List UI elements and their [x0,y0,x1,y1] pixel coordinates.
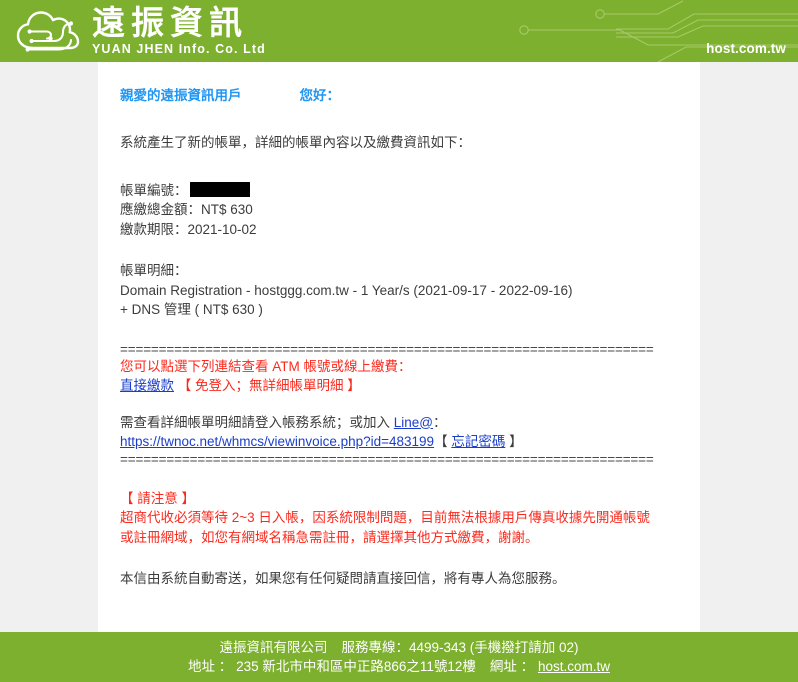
line-at-link[interactable]: Line@ [394,415,433,430]
cloud-circuit-logo-icon [16,10,80,52]
logo-english-name: YUAN JHEN Info. Co. Ltd [92,42,266,56]
greeting-name: 親愛的遠振資訊用戶 [120,88,242,103]
direct-payment-link[interactable]: 直接繳款 [120,378,174,393]
attention-line-2: 或註冊網域，如您有網域名稱急需註冊，請選擇其他方式繳費，謝謝。 [120,529,539,545]
page-footer: 遠振資訊有限公司 服務專線：4499-343 (手機撥打請加 02) 地址 ： 2… [0,632,798,682]
due-date-line: 繳款期限：2021-10-02 [120,221,257,237]
footer-company: 遠振資訊有限公司 [219,640,328,655]
footer-website-label: 網址 ： [489,659,535,674]
forgot-password-link[interactable]: 忘記密碼 [451,434,505,449]
email-sheet: 親愛的遠振資訊用戶 您好： 系統產生了新的帳單，詳細的帳單內容以及繳費資訊如下： … [98,62,700,632]
amount-line: 應繳總金額：NT$ 630 [120,202,253,217]
greeting-line: 親愛的遠振資訊用戶 您好： [120,86,700,105]
detail-line-2: + DNS 管理 ( NT$ 630 ) [120,302,263,317]
footer-hotline: 服務專線：4499-343 (手機撥打請加 02) [341,640,579,655]
login-notice-post: ： [433,414,447,430]
login-notice-pre: 需查看詳細帳單明細請登入帳務系統；或加入 [120,414,394,430]
header-site-label: host.com.tw [706,41,786,56]
atm-notice: 您可以點選下列連結查看 ATM 帳號或線上繳費： [120,358,412,374]
detail-line-1: Domain Registration - hostggg.com.tw - 1… [120,282,573,298]
detail-label: 帳單明細： [120,263,188,278]
attention-line-1: 超商代收必須等待 2~3 日入帳，因系統限制問題，目前無法根據用戶傳真收據先開通… [120,510,650,525]
forgot-open-bracket: 【 [434,434,452,449]
footer-address: 235 新北市中和區中正路866之11號12樓 [236,659,476,674]
page-background: 親愛的遠振資訊用戶 您好： 系統產生了新的帳單，詳細的帳單內容以及繳費資訊如下： … [0,62,798,632]
redacted-invoice-number [189,181,250,197]
footer-line-1: 遠振資訊有限公司 服務專線：4499-343 (手機撥打請加 02) [0,638,798,657]
brand-logo: 遠振資訊 YUAN JHEN Info. Co. Ltd [14,6,266,57]
login-notice-line: 需查看詳細帳單明細請登入帳務系統；或加入 Line@： [120,413,700,433]
separator-top: ========================================… [120,341,654,357]
pay-link-note: 【 免登入；無詳細帳單明細 】 [177,378,361,393]
greeting-hello: 您好： [299,88,341,103]
logo-chinese-name: 遠振資訊 [92,3,248,42]
footer-address-label: 地址 ： [188,659,233,674]
invoice-number-line: 帳單編號： [120,181,700,201]
intro-text: 系統產生了新的帳單，詳細的帳單內容以及繳費資訊如下： [120,135,471,150]
separator-bottom: ========================================… [120,451,654,467]
footer-line-2: 地址 ： 235 新北市中和區中正路866之11號12樓 網址 ： host.co… [0,657,798,676]
footer-website-link[interactable]: host.com.tw [538,659,610,674]
closing-line: 本信由系統自動寄送，如果您有任何疑問請直接回信，將有專人為您服務。 [120,571,566,586]
page-header: 遠振資訊 YUAN JHEN Info. Co. Ltd host.com.tw [0,0,798,62]
invoice-url-link[interactable]: https://twnoc.net/whmcs/viewinvoice.php?… [120,434,434,449]
invoice-number-label: 帳單編號： [120,182,188,198]
attention-title: 【 請注意 】 [120,490,196,506]
pay-link-line: 直接繳款 【 免登入；無詳細帳單明細 】 [120,376,700,396]
forgot-close-bracket: 】 [505,434,523,449]
invoice-url-line: https://twnoc.net/whmcs/viewinvoice.php?… [120,432,700,452]
